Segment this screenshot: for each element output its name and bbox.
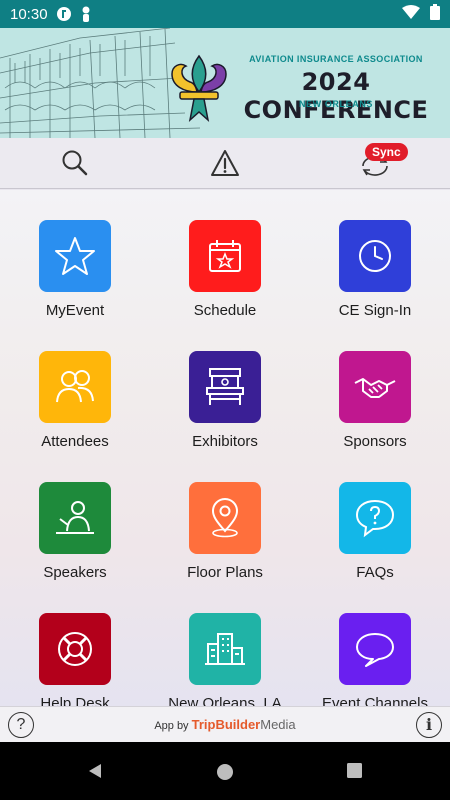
people-icon (56, 370, 94, 403)
tile-box (39, 482, 111, 554)
tile-new-orleans[interactable]: New Orleans, LA (150, 613, 300, 706)
tile-label: Floor Plans (187, 564, 263, 581)
status-bar: 10:30 (0, 0, 450, 28)
city-buildings-icon (205, 633, 245, 665)
tile-myevent[interactable]: MyEvent (0, 220, 150, 319)
question-bubble-icon (355, 499, 395, 538)
tile-ce-sign-in[interactable]: CE Sign-In (300, 220, 450, 319)
tile-label: Schedule (193, 302, 257, 319)
calendar-star-icon (209, 240, 241, 272)
tile-label: Event Channels (322, 695, 428, 706)
tile-box (189, 220, 261, 292)
brand-name-secondary: Media (260, 717, 296, 732)
tile-box (39, 351, 111, 423)
association-name: AVIATION INSURANCE ASSOCIATION (249, 54, 423, 64)
tile-event-channels[interactable]: Event Channels (300, 613, 450, 706)
tile-box (339, 613, 411, 685)
battery-icon (430, 4, 440, 24)
search-icon[interactable] (59, 147, 91, 179)
lifebuoy-icon (58, 632, 92, 666)
fleur-de-lis-logo (171, 54, 227, 123)
sync-badge[interactable]: Sync (365, 143, 408, 161)
tile-box (189, 351, 261, 423)
app-notification-icon (56, 6, 72, 22)
tile-attendees[interactable]: Attendees (0, 351, 150, 450)
tile-box (339, 220, 411, 292)
tile-box (339, 482, 411, 554)
tile-help-desk[interactable]: Help Desk (0, 613, 150, 706)
tile-exhibitors[interactable]: Exhibitors (150, 351, 300, 450)
tile-label: Attendees (41, 433, 109, 450)
booth-icon (206, 368, 244, 405)
conference-city: NEW ORLEANS (298, 99, 374, 109)
speaker-podium-icon (56, 501, 94, 534)
tile-label: Speakers (43, 564, 107, 581)
recents-icon[interactable] (346, 762, 363, 779)
chat-bubble-icon (356, 633, 394, 667)
conference-banner: AVIATION INSURANCE ASSOCIATION 2024 CONF… (0, 28, 450, 138)
toolbar: Sync (0, 138, 450, 189)
conference-title: 2024 CONFERENCE (243, 68, 429, 124)
tile-label: CE Sign-In (338, 302, 412, 319)
system-navigation-bar (0, 742, 450, 800)
clock-icon (359, 240, 391, 272)
home-icon[interactable] (215, 762, 235, 782)
star-icon (55, 237, 95, 275)
handshake-icon (354, 378, 396, 398)
tile-faqs[interactable]: FAQs (300, 482, 450, 581)
tile-sponsors[interactable]: Sponsors (300, 351, 450, 450)
tile-label: Exhibitors (192, 433, 258, 450)
tile-floor-plans[interactable]: Floor Plans (150, 482, 300, 581)
alert-triangle-icon[interactable] (209, 147, 241, 179)
tile-schedule[interactable]: Schedule (150, 220, 300, 319)
tile-box (39, 220, 111, 292)
person-notification-icon (80, 6, 92, 22)
footer: ? App by TripBuilderMedia i (0, 706, 450, 742)
tile-box (189, 613, 261, 685)
tile-box (339, 351, 411, 423)
app-credit[interactable]: App by TripBuilderMedia (0, 717, 450, 732)
status-time: 10:30 (10, 5, 48, 23)
menu-grid: MyEvent Schedule CE Sign-In Attendees Ex… (0, 190, 450, 706)
tile-box (39, 613, 111, 685)
tile-box (189, 482, 261, 554)
tile-label: MyEvent (45, 302, 105, 319)
location-pin-icon (211, 498, 239, 538)
back-icon[interactable] (86, 762, 104, 780)
tile-label: New Orleans, LA (168, 695, 282, 706)
app-by-label: App by (154, 720, 189, 732)
wifi-icon (402, 5, 420, 23)
info-icon[interactable]: i (416, 712, 442, 738)
tile-speakers[interactable]: Speakers (0, 482, 150, 581)
brand-name-primary: TripBuilder (191, 717, 261, 732)
tile-label: Sponsors (343, 433, 407, 450)
tile-label: Help Desk (40, 695, 110, 706)
tile-label: FAQs (356, 564, 394, 581)
